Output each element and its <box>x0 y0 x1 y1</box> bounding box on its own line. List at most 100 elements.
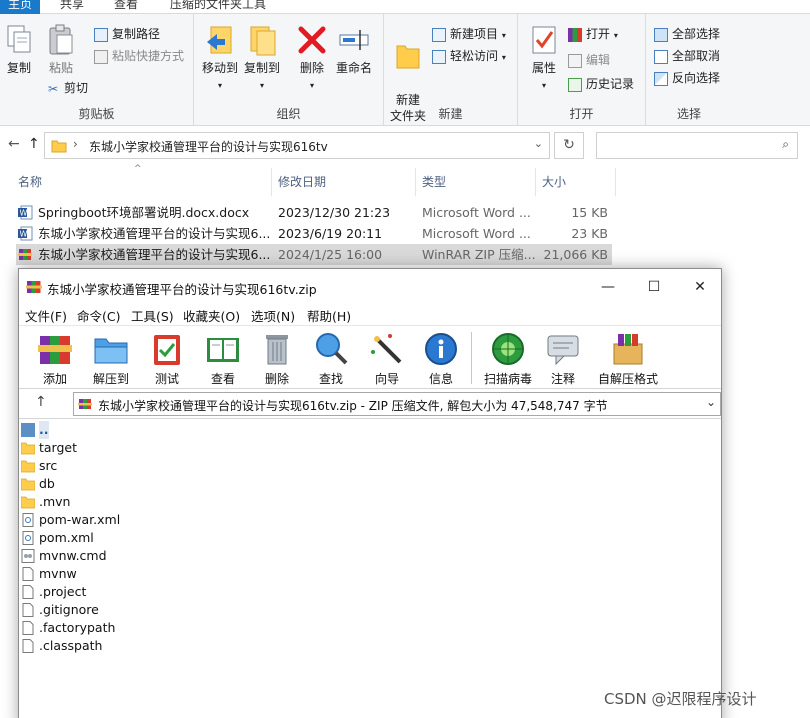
menu-commands[interactable]: 命令(C) <box>77 306 120 325</box>
tab-home[interactable]: 主页 <box>0 0 41 14</box>
group-organize: 移动到 ▾ 复制到 ▾ 删除 ▾ 重命名 组织 <box>194 14 384 126</box>
winrar-titlebar[interactable]: 东城小学家校通管理平台的设计与实现616tv.zip — ☐ ✕ <box>19 269 721 305</box>
open-button[interactable]: 打开 ▾ <box>568 24 618 44</box>
archive-item-name: mvnw.cmd <box>39 548 107 563</box>
delete-archive-label: 删除 <box>264 372 289 386</box>
file-type: Microsoft Word ... <box>422 205 531 220</box>
folder-icon <box>51 140 67 153</box>
test-button[interactable]: 测试 <box>139 330 195 387</box>
winrar-path-combobox[interactable]: 东城小学家校通管理平台的设计与实现616tv.zip - ZIP 压缩文件, 解… <box>73 392 721 416</box>
file-row[interactable]: W Springboot环境部署说明.docx.docx 2023/12/30 … <box>16 202 612 223</box>
select-none-button[interactable]: 全部取消 <box>654 46 720 66</box>
info-button[interactable]: 信息 <box>413 330 469 387</box>
rename-icon <box>339 30 369 50</box>
history-label: 历史记录 <box>586 77 635 91</box>
winrar-path-text: 东城小学家校通管理平台的设计与实现616tv.zip - ZIP 压缩文件, 解… <box>98 399 608 413</box>
file-date: 2024/1/25 16:00 <box>278 247 383 262</box>
tab-share[interactable]: 共享 <box>52 0 92 14</box>
column-size[interactable]: 大小 <box>536 168 616 196</box>
sfx-box-icon <box>613 334 643 365</box>
extract-to-label: 解压到 <box>92 372 129 386</box>
new-item-label: 新建项目 <box>450 27 499 41</box>
sfx-button[interactable]: 自解压格式 <box>593 330 663 387</box>
winrar-menubar: 文件(F) 命令(C) 工具(S) 收藏夹(O) 选项(N) 帮助(H) <box>19 305 721 325</box>
paste-shortcut-button[interactable]: 粘贴快捷方式 <box>94 46 184 66</box>
search-icon: ⌕ <box>782 137 789 151</box>
comment-label: 注释 <box>550 372 575 386</box>
file-date: 2023/6/19 20:11 <box>278 226 383 241</box>
path-dropdown-icon[interactable]: ⌄ <box>706 395 716 409</box>
winrar-window: 东城小学家校通管理平台的设计与实现616tv.zip — ☐ ✕ 文件(F) 命… <box>18 268 722 718</box>
group-clipboard: 复制 粘贴 复制路径 粘贴快捷方式 ✂ 剪切 剪贴板 <box>0 14 194 126</box>
comment-icon <box>547 335 579 366</box>
column-date[interactable]: 修改日期 <box>272 168 416 196</box>
easy-access-label: 轻松访问 <box>450 49 499 63</box>
copy-to-button[interactable]: 复制到 ▾ <box>242 24 282 94</box>
minimize-icon[interactable]: — <box>585 275 631 299</box>
group-open: 属性 ▾ 打开 ▾ 编辑 历史记录 打开 <box>518 14 646 126</box>
zip-small-icon <box>78 399 92 409</box>
column-type[interactable]: 类型 <box>416 168 536 196</box>
maximize-icon[interactable]: ☐ <box>631 275 677 299</box>
cut-label: 剪切 <box>64 81 89 95</box>
up-arrow-icon[interactable]: ↑ <box>28 136 40 152</box>
history-button[interactable]: 历史记录 <box>568 74 634 94</box>
rename-button[interactable]: 重命名 <box>332 24 376 76</box>
select-all-button[interactable]: 全部选择 <box>654 24 720 44</box>
delete-button[interactable]: 删除 ▾ <box>294 24 330 94</box>
copy-path-button[interactable]: 复制路径 <box>94 24 160 44</box>
info-label: 信息 <box>428 372 453 386</box>
refresh-icon[interactable]: ↻ <box>554 132 584 159</box>
virus-scan-icon <box>492 333 524 365</box>
move-to-button[interactable]: 移动到 ▾ <box>200 24 240 94</box>
menu-tools[interactable]: 工具(S) <box>131 306 174 325</box>
cut-button[interactable]: ✂ 剪切 <box>46 78 88 98</box>
copy-button[interactable]: 复制 <box>4 24 34 76</box>
virus-scan-button[interactable]: 扫描病毒 <box>477 330 539 387</box>
wizard-label: 向导 <box>374 372 399 386</box>
new-item-button[interactable]: 新建项目 ▾ <box>432 24 506 44</box>
menu-favorites[interactable]: 收藏夹(O) <box>183 306 240 325</box>
file-name: 东城小学家校通管理平台的设计与实现6... <box>38 226 271 241</box>
close-icon[interactable]: ✕ <box>677 275 723 299</box>
archive-item-name: .gitignore <box>39 602 99 617</box>
invert-selection-button[interactable]: 反向选择 <box>654 68 720 88</box>
select-none-label: 全部取消 <box>672 49 721 63</box>
wizard-button[interactable]: 向导 <box>359 330 415 387</box>
address-bar[interactable]: › 东城小学家校通管理平台的设计与实现616tv ⌄ <box>44 132 550 159</box>
tab-compressed-tools[interactable]: 压缩的文件夹工具 <box>162 0 274 14</box>
easy-access-dropdown-icon: ▾ <box>501 53 506 62</box>
address-dropdown-icon[interactable]: ⌄ <box>534 137 543 150</box>
new-folder-icon <box>396 45 420 69</box>
move-to-icon <box>207 26 232 54</box>
copy-to-dropdown-icon: ▾ <box>259 81 264 90</box>
delete-archive-button[interactable]: 删除 <box>249 330 305 387</box>
address-path: 东城小学家校通管理平台的设计与实现616tv <box>89 140 328 154</box>
file-row-selected[interactable]: 东城小学家校通管理平台的设计与实现6... 2024/1/25 16:00 Wi… <box>16 244 612 265</box>
back-arrow-icon[interactable]: ← <box>8 136 20 152</box>
tab-view[interactable]: 查看 <box>106 0 146 14</box>
comment-button[interactable]: 注释 <box>535 330 591 387</box>
easy-access-icon <box>432 49 446 64</box>
add-label: 添加 <box>42 372 67 386</box>
up-folder-icon[interactable]: ↑ <box>35 394 47 410</box>
extract-to-button[interactable]: 解压到 <box>83 330 139 387</box>
group-select: 全部选择 全部取消 反向选择 选择 <box>646 14 732 126</box>
menu-help[interactable]: 帮助(H) <box>307 306 351 325</box>
menu-options[interactable]: 选项(N) <box>251 306 295 325</box>
file-name: 东城小学家校通管理平台的设计与实现6... <box>38 247 271 262</box>
paste-button[interactable]: 粘贴 <box>44 24 78 76</box>
add-button[interactable]: 添加 <box>27 330 83 387</box>
find-button[interactable]: 查找 <box>303 330 359 387</box>
copy-label: 复制 <box>6 61 31 75</box>
view-button[interactable]: 查看 <box>195 330 251 387</box>
file-name: Springboot环境部署说明.docx.docx <box>38 205 250 220</box>
search-input[interactable]: ⌕ <box>596 132 798 159</box>
easy-access-button[interactable]: 轻松访问 ▾ <box>432 46 506 66</box>
group-new: 新建 文件夹 新建项目 ▾ 轻松访问 ▾ 新建 <box>384 14 518 126</box>
column-name[interactable]: 名称 <box>12 168 272 196</box>
properties-button[interactable]: 属性 ▾ <box>524 24 564 94</box>
menu-file[interactable]: 文件(F) <box>25 306 67 325</box>
file-row[interactable]: W 东城小学家校通管理平台的设计与实现6... 2023/6/19 20:11 … <box>16 223 612 244</box>
edit-button[interactable]: 编辑 <box>568 50 610 70</box>
